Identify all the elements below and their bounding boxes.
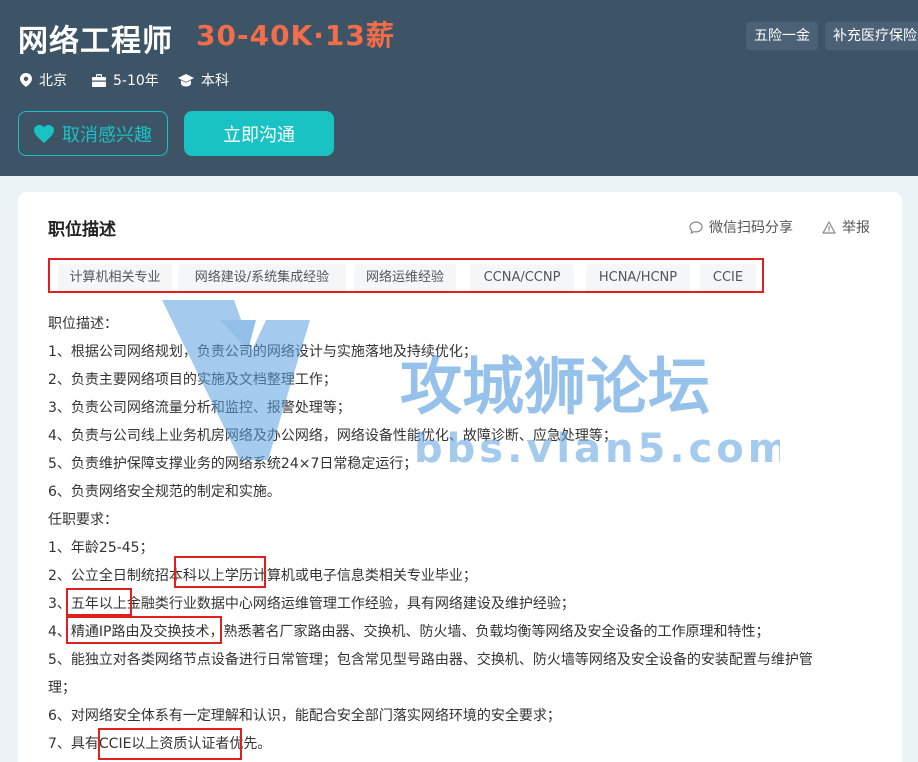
highlight-box [174, 556, 266, 588]
education-text: 本科 [201, 73, 229, 89]
description-line: 2、负责主要网络项目的实施及文档整理工作； [48, 372, 337, 388]
skill-tag: 网络运维经验 [354, 264, 456, 291]
wechat-share-link[interactable]: 微信扫码分享 [689, 217, 793, 237]
description-line: 3、负责公司网络流量分析和监控、报警处理等； [48, 400, 351, 416]
skill-tag: 网络建设/系统集成经验 [178, 264, 346, 291]
description-line: 5、能独立对各类网络节点设备进行日常管理；包含常见型号路由器、交换机、防火墙等网… [48, 652, 813, 668]
job-title: 网络工程师 [18, 24, 173, 59]
description-line: 6、负责网络安全规范的制定和实施。 [48, 484, 281, 500]
warning-icon [822, 220, 836, 234]
section-title: 职位描述 [48, 220, 116, 240]
benefit-tag: 补充医疗保险 [825, 22, 918, 50]
unfavorite-label: 取消感兴趣 [62, 124, 152, 146]
description-line: 5、负责维护保障支撑业务的网络系统24×7日常稳定运行； [48, 456, 418, 472]
education-meta: 本科 [178, 70, 229, 90]
chat-bubble-icon [689, 220, 703, 234]
location-pin-icon [20, 73, 32, 87]
heart-icon [34, 124, 54, 143]
highlight-box [66, 588, 132, 616]
location-text: 北京 [39, 73, 67, 89]
chat-now-button[interactable]: 立即沟通 [184, 111, 334, 156]
skill-tag: HCNA/HCNP [586, 264, 690, 291]
skill-tag: 计算机相关专业 [58, 264, 172, 291]
report-link[interactable]: 举报 [822, 217, 870, 237]
highlight-box [66, 616, 222, 644]
job-description-card: 职位描述 微信扫码分享 举报 计算机相关专业 网络建设/系统集成经验 网络运维经… [18, 192, 902, 762]
description-line: 职位描述： [48, 316, 118, 332]
skill-tags-highlight: 计算机相关专业 网络建设/系统集成经验 网络运维经验 CCNA/CCNP HCN… [48, 258, 764, 293]
chat-now-label: 立即沟通 [223, 124, 295, 146]
highlight-box [98, 728, 242, 760]
description-line: 理； [48, 680, 76, 696]
job-salary: 30-40K·13薪 [196, 19, 395, 52]
description-line: 6、对网络安全体系有一定理解和认识，能配合安全部门落实网络环境的安全要求； [48, 708, 561, 724]
job-header: 网络工程师 30-40K·13薪 五险一金 补充医疗保险 北京 5-10年 本科… [0, 0, 918, 176]
briefcase-icon [92, 73, 106, 87]
benefit-tag: 五险一金 [746, 22, 818, 50]
graduation-cap-icon [178, 73, 194, 86]
description-line: 1、根据公司网络规划，负责公司的网络设计与实施落地及持续优化； [48, 344, 477, 360]
description-line: 任职要求： [48, 512, 118, 528]
report-label: 举报 [842, 220, 870, 236]
wechat-share-label: 微信扫码分享 [709, 220, 793, 236]
skill-tag: CCIE [700, 264, 756, 291]
description-line: 4、负责与公司线上业务机房网络及办公网络，网络设备性能优化、故障诊断、应急处理等… [48, 428, 617, 444]
experience-meta: 5-10年 [92, 70, 159, 90]
unfavorite-button[interactable]: 取消感兴趣 [18, 111, 168, 156]
experience-text: 5-10年 [113, 73, 159, 89]
location-meta: 北京 [20, 70, 67, 90]
skill-tag: CCNA/CCNP [470, 264, 574, 291]
description-line: 1、年龄25-45； [48, 540, 154, 556]
